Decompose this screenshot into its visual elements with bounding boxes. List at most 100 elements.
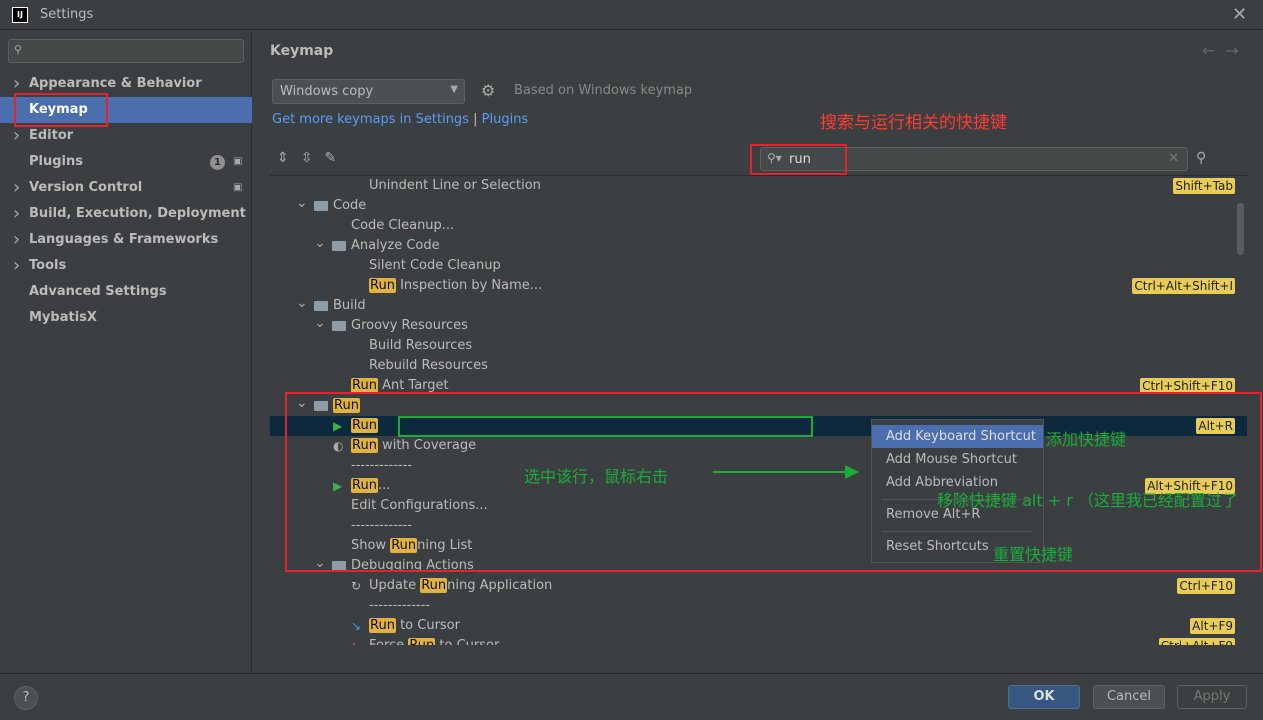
annotation-box-keymap — [14, 93, 108, 127]
tree-row[interactable]: Unindent Line or Selection Shift+Tab — [270, 176, 1247, 196]
annotation-remove: 移除快捷键 alt + r （这里我已经配置过了 — [937, 491, 1238, 510]
sidebar-item-plugins[interactable]: Plugins 1 ▣ — [0, 149, 252, 175]
label-text: Inspection by Name... — [395, 278, 543, 293]
tree-row[interactable]: Silent Code Cleanup — [270, 256, 1247, 276]
refresh-icon: ↻ — [351, 579, 362, 593]
help-button[interactable]: ? — [14, 686, 38, 710]
label-text: to Cursor — [435, 638, 499, 645]
label-text: Analyze Code — [351, 238, 440, 253]
sidebar-item-mybatisx[interactable]: MybatisX — [0, 305, 252, 331]
chevron-right-icon: › — [13, 203, 21, 224]
tree-row[interactable]: ⌄ Analyze Code — [270, 233, 1247, 256]
sidebar-item-label: Tools — [29, 258, 67, 273]
based-on-label: Based on Windows keymap — [514, 83, 693, 98]
search-match-highlight: Run — [369, 278, 396, 293]
tree-row-label: Groovy Resources — [351, 316, 468, 336]
window-title: Settings — [40, 7, 94, 22]
annotation-search: 搜索与运行相关的快捷键 — [820, 113, 1007, 133]
sidebar-item-advanced-settings[interactable]: Advanced Settings — [0, 279, 252, 305]
tree-row-label: Unindent Line or Selection — [369, 176, 541, 196]
plugins-link[interactable]: Plugins — [482, 112, 529, 127]
tree-row-label: Run Inspection by Name... — [369, 276, 542, 296]
label-text: Build — [333, 298, 366, 313]
link-separator: | — [473, 112, 478, 127]
scrollbar[interactable] — [1237, 203, 1244, 255]
chevron-down-icon[interactable]: ⌄ — [314, 313, 326, 333]
tree-row[interactable]: Run Inspection by Name... Ctrl+Alt+Shift+… — [270, 276, 1247, 296]
ok-button[interactable]: OK — [1008, 685, 1080, 709]
tree-row-label: Update Running Application — [369, 576, 552, 596]
folder-icon — [332, 241, 346, 251]
sidebar-item-version-control[interactable]: › Version Control ▣ — [0, 175, 252, 201]
expand-all-icon[interactable]: ⇕ — [277, 150, 301, 166]
apply-button[interactable]: Apply — [1177, 685, 1247, 709]
tree-row[interactable]: Build Resources — [270, 336, 1247, 356]
label-text: Code Cleanup... — [351, 218, 455, 233]
sidebar-item-label: MybatisX — [29, 310, 97, 325]
run-to-cursor-icon: ↘ — [351, 619, 362, 633]
tree-row-label: Build — [333, 296, 366, 316]
tree-row[interactable]: ⌄ Groovy Resources — [270, 313, 1247, 336]
annotation-box-search — [750, 144, 847, 175]
back-arrow-icon[interactable]: ← — [1202, 41, 1225, 60]
chevron-down-icon[interactable]: ⌄ — [314, 233, 326, 253]
chevron-down-icon[interactable]: ⌄ — [296, 293, 308, 313]
project-level-icon: ▣ — [233, 156, 243, 167]
sidebar-item-build-execution-deployment[interactable]: › Build, Execution, Deployment — [0, 201, 252, 227]
tree-row[interactable]: Rebuild Resources — [270, 356, 1247, 376]
dropdown-arrow-icon: ▼ — [450, 84, 458, 95]
cancel-button[interactable]: Cancel — [1093, 685, 1165, 709]
tree-row-label: Code Cleanup... — [351, 216, 454, 236]
find-by-shortcut-icon[interactable]: ⚲ — [1196, 150, 1206, 166]
label-text: Code — [333, 198, 367, 213]
tree-row[interactable]: ↘ Force Run to Cursor Ctrl+Alt+F9 — [270, 636, 1247, 645]
gear-icon[interactable]: ⚙ — [481, 81, 495, 100]
collapse-all-icon[interactable]: ⇳ — [301, 150, 325, 166]
folder-icon — [332, 321, 346, 331]
shortcut-badge: Ctrl+F10 — [1177, 578, 1235, 594]
chevron-right-icon: › — [13, 229, 21, 250]
sidebar-search-input[interactable]: ⚲ — [8, 39, 244, 63]
tree-row[interactable]: ⌄ Code — [270, 193, 1247, 216]
folder-icon — [314, 201, 328, 211]
tree-row-label: Build Resources — [369, 336, 472, 356]
tree-row-label: Silent Code Cleanup — [369, 256, 501, 276]
tree-row-label: Rebuild Resources — [369, 356, 488, 376]
annotation-select: 选中该行，鼠标右击 — [524, 467, 669, 486]
update-count-badge: 1 — [210, 155, 225, 170]
label-text: Force — [369, 638, 408, 645]
tree-row-label: Code — [333, 196, 366, 216]
chevron-right-icon: › — [13, 255, 21, 276]
label-text: Unindent Line or Selection — [369, 178, 541, 193]
tree-row[interactable]: ------------- — [270, 596, 1247, 616]
keymap-select-value: Windows copy — [280, 84, 374, 99]
sidebar-item-tools[interactable]: › Tools — [0, 253, 252, 279]
get-more-keymaps-link[interactable]: Get more keymaps in Settings — [272, 112, 469, 127]
edit-icon[interactable]: ✎ — [324, 150, 348, 166]
search-match-highlight: Run — [369, 618, 396, 633]
tree-row-label: Force Run to Cursor — [369, 636, 499, 645]
label-text: Ant Target — [377, 378, 449, 393]
tree-row[interactable]: Code Cleanup... — [270, 216, 1247, 236]
sidebar-item-label: Plugins — [29, 154, 83, 169]
label-text: ning Application — [447, 578, 553, 593]
keymap-select[interactable]: Windows copy ▼ — [272, 79, 465, 104]
tree-row[interactable]: ↻ Update Running Application Ctrl+F10 — [270, 576, 1247, 596]
back-forward-nav[interactable]: ←→ — [1202, 41, 1249, 60]
app-logo: IJ — [12, 7, 28, 23]
tree-row[interactable]: ↘ Run to Cursor Alt+F9 — [270, 616, 1247, 636]
close-icon[interactable]: ✕ — [1232, 4, 1247, 25]
chevron-down-icon[interactable]: ⌄ — [296, 193, 308, 213]
force-run-to-cursor-icon: ↘ — [351, 636, 361, 645]
sidebar-item-label: Editor — [29, 128, 74, 143]
arrow-head-icon — [845, 465, 859, 479]
clear-search-icon[interactable]: ✕ — [1168, 151, 1179, 166]
chevron-right-icon: › — [13, 177, 21, 198]
sidebar-item-languages-frameworks[interactable]: › Languages & Frameworks — [0, 227, 252, 253]
annotation-reset: 重置快捷键 — [993, 545, 1074, 564]
search-match-highlight: Run — [408, 638, 436, 645]
forward-arrow-icon[interactable]: → — [1225, 41, 1248, 60]
tree-row[interactable]: ⌄ Build — [270, 293, 1247, 316]
page-title: Keymap — [270, 43, 334, 59]
sidebar-item-label: Build, Execution, Deployment — [29, 206, 246, 221]
